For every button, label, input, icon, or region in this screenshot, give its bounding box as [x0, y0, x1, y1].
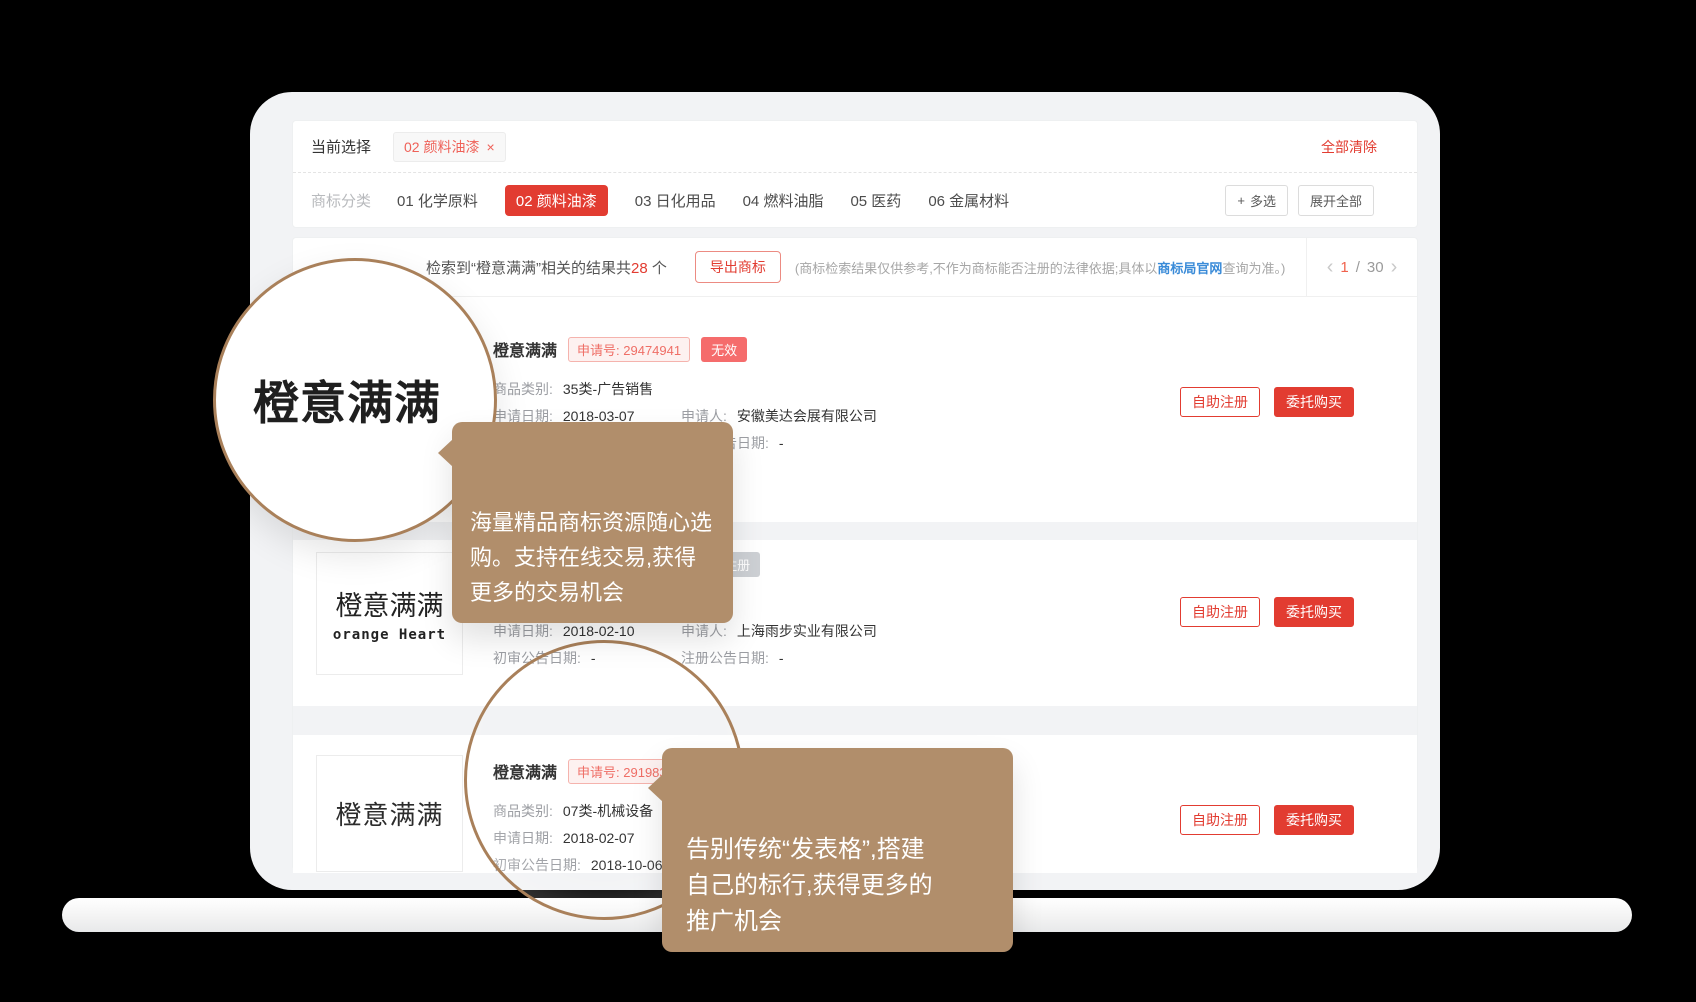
field-applicant-label: 申请人:: [681, 621, 727, 641]
tooltip-marketplace: 海量精品商标资源随心选 购。支持在线交易,获得 更多的交易机会: [452, 422, 733, 623]
trademark-image: 橙意满满 orange Heart: [316, 552, 463, 675]
field-reg-publication-value: -: [779, 650, 784, 666]
tab-category-02-selected[interactable]: 02 颜料油漆: [505, 185, 608, 216]
tooltip-promotion-text: 告别传统“发表格”,搭建 自己的标行,获得更多的 推广机会: [686, 836, 933, 935]
multi-select-label: 多选: [1250, 191, 1276, 210]
disclaimer-text-close: 查询为准。): [1222, 261, 1285, 276]
current-selection-row: 当前选择 02 颜料油漆 × 全部清除: [293, 121, 1417, 173]
chevron-right-icon[interactable]: ›: [1391, 257, 1398, 277]
tab-category-05[interactable]: 05 医药: [850, 185, 901, 216]
results-count: 28: [631, 260, 648, 277]
expand-all-button[interactable]: 展开全部: [1298, 185, 1374, 216]
chevron-left-icon[interactable]: ‹: [1327, 257, 1334, 277]
category-bar-label: 商标分类: [311, 190, 371, 211]
self-register-button[interactable]: 自助注册: [1180, 597, 1260, 627]
entrust-purchase-button[interactable]: 委托购买: [1274, 387, 1354, 417]
field-category: 商品类别: 35类-广告销售: [493, 375, 877, 402]
application-number-label: 申请号:: [577, 343, 620, 358]
pagination: ‹ 1 / 30 ›: [1306, 238, 1417, 296]
field-reg-publication-label: 注册公告日期:: [681, 648, 769, 668]
application-number-badge: 申请号: 29474941: [568, 337, 690, 362]
application-number-value: 29474941: [623, 343, 681, 358]
selected-filter-tag[interactable]: 02 颜料油漆 ×: [393, 132, 506, 162]
tooltip-arrow-icon: [438, 439, 453, 467]
field-reg-publication-value: -: [779, 435, 784, 451]
trademark-name: 橙意满满: [493, 337, 557, 361]
field-applicant-value: 安徽美达会展有限公司: [737, 406, 877, 426]
tooltip-promotion: 告别传统“发表格”,搭建 自己的标行,获得更多的 推广机会: [662, 748, 1013, 952]
multi-select-button[interactable]: + 多选: [1225, 185, 1288, 216]
results-header: 检索到“橙意满满”相关的结果共28 个 导出商标 (商标检索结果仅供参考,不作为…: [293, 238, 1417, 297]
self-register-button[interactable]: 自助注册: [1180, 805, 1260, 835]
magnified-trademark-text: 橙意满满: [253, 367, 441, 433]
close-icon[interactable]: ×: [486, 140, 494, 154]
screenshot-stage: 当前选择 02 颜料油漆 × 全部清除 商标分类 01 化学原料 02 颜料油漆…: [0, 0, 1696, 1002]
field-apply-date: 申请日期: 2018-02-10: [493, 621, 681, 641]
field-reg-publication: 注册公告日期: -: [681, 648, 784, 668]
status-badge: 无效: [701, 337, 747, 362]
trademark-image-text: 橙意满满: [335, 795, 443, 832]
pagination-separator: /: [1356, 259, 1360, 276]
entrust-purchase-button[interactable]: 委托购买: [1274, 805, 1354, 835]
current-selection-label: 当前选择: [311, 136, 371, 157]
tab-category-06[interactable]: 06 金属材料: [928, 185, 1009, 216]
category-list: 01 化学原料 02 颜料油漆 03 日化用品 04 燃料油脂 05 医药 06…: [397, 185, 1009, 216]
field-applicant-value: 上海雨步实业有限公司: [737, 621, 877, 641]
tab-category-03[interactable]: 03 日化用品: [635, 185, 716, 216]
trademark-image-subtext: orange Heart: [333, 627, 446, 643]
field-apply-date-value: 2018-02-10: [563, 623, 635, 639]
clear-all-button[interactable]: 全部清除: [1321, 137, 1377, 157]
category-row: 商标分类 01 化学原料 02 颜料油漆 03 日化用品 04 燃料油脂 05 …: [293, 173, 1417, 228]
export-trademarks-button[interactable]: 导出商标: [695, 251, 781, 283]
plus-icon: +: [1237, 193, 1245, 208]
disclaimer-text-open: (商标检索结果仅供参考,不作为商标能否注册的法律依据;具体以: [795, 261, 1158, 276]
row-actions: 自助注册 委托购买: [1180, 387, 1354, 417]
trademark-title-line: 橙意满满 申请号: 29474941 无效: [493, 337, 877, 361]
trademark-image: 橙意满满: [316, 755, 463, 872]
category-tools: + 多选 展开全部: [1225, 185, 1374, 216]
field-category-label: 商品类别:: [493, 379, 553, 399]
results-unit: 个: [648, 260, 667, 277]
field-category-value: 35类-广告销售: [563, 379, 653, 399]
filter-card: 当前选择 02 颜料油漆 × 全部清除 商标分类 01 化学原料 02 颜料油漆…: [292, 120, 1418, 228]
tab-category-04[interactable]: 04 燃料油脂: [743, 185, 824, 216]
selected-filter-tag-label: 02 颜料油漆: [404, 137, 479, 157]
pagination-current: 1: [1340, 259, 1348, 276]
self-register-button[interactable]: 自助注册: [1180, 387, 1260, 417]
trademark-office-link[interactable]: 商标局官网: [1157, 261, 1222, 276]
field-apply-date-label: 申请日期:: [493, 621, 553, 641]
tab-category-01[interactable]: 01 化学原料: [397, 185, 478, 216]
pagination-total: 30: [1367, 259, 1384, 276]
entrust-purchase-button[interactable]: 委托购买: [1274, 597, 1354, 627]
row-divider: [293, 706, 1417, 735]
tooltip-arrow-icon: [648, 774, 663, 802]
field-applicant: 申请人: 上海雨步实业有限公司: [681, 621, 877, 641]
trademark-image-text: 橙意满满: [336, 584, 444, 623]
row-actions: 自助注册 委托购买: [1180, 805, 1354, 835]
tooltip-marketplace-text: 海量精品商标资源随心选 购。支持在线交易,获得 更多的交易机会: [470, 510, 712, 605]
row-actions: 自助注册 委托购买: [1180, 597, 1354, 627]
results-summary: 检索到“橙意满满”相关的结果共28 个: [426, 257, 667, 278]
results-summary-prefix: 检索到“橙意满满”相关的结果共: [426, 260, 631, 277]
results-disclaimer: (商标检索结果仅供参考,不作为商标能否注册的法律依据;具体以商标局官网查询为准。…: [795, 258, 1285, 277]
